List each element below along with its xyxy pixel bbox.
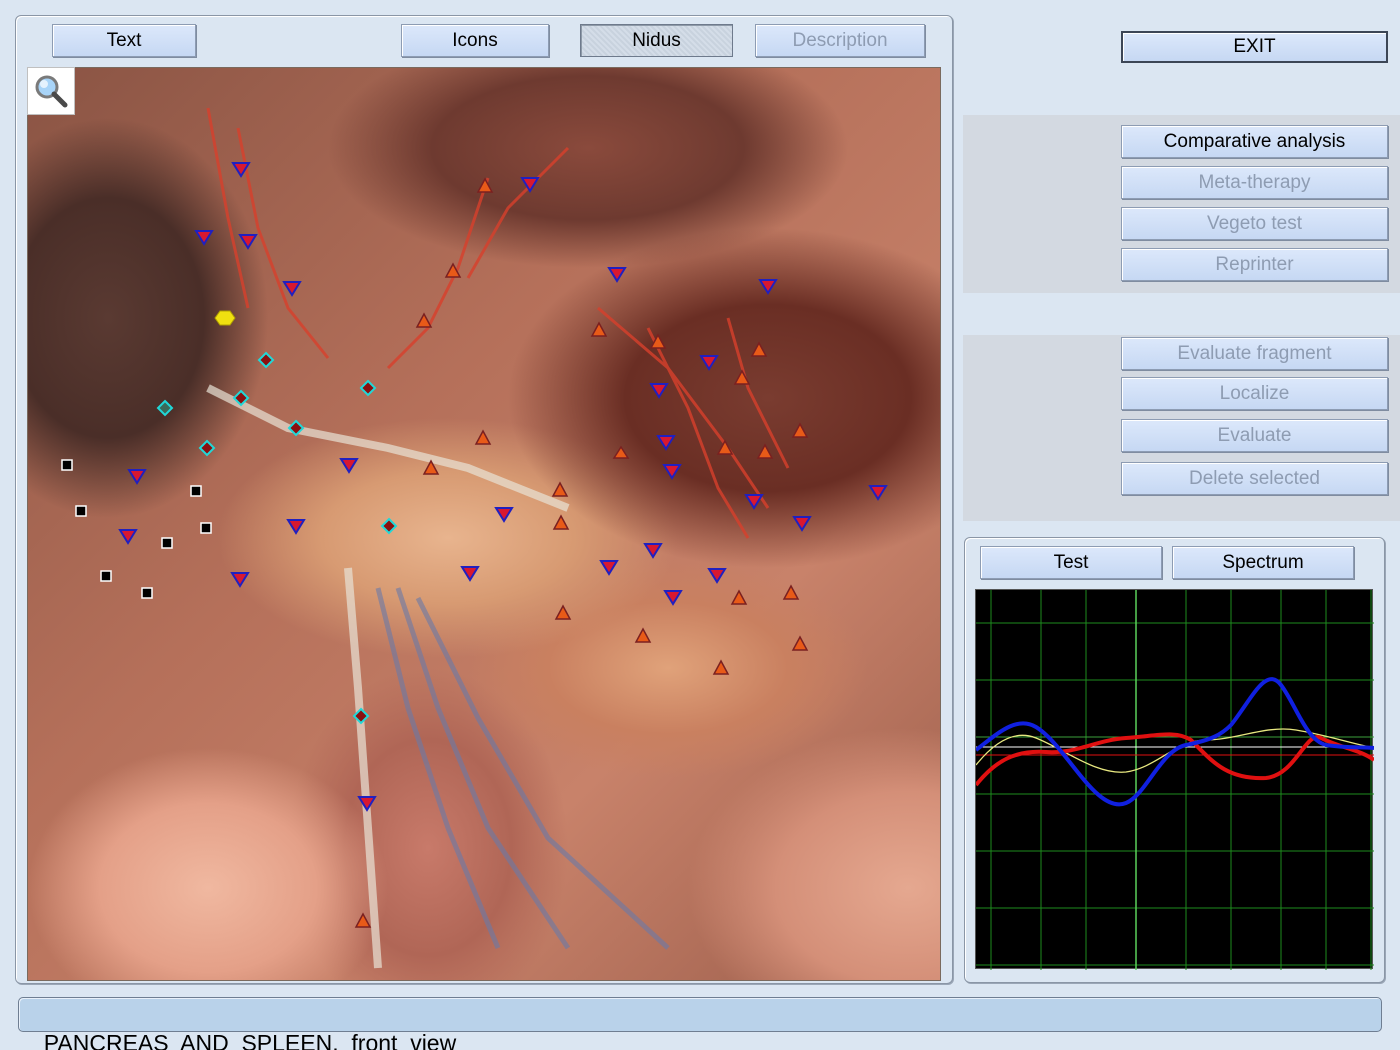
down-triangle-markers (118, 162, 888, 812)
marker-up-triangle[interactable] (791, 422, 809, 438)
marker-square[interactable] (75, 505, 87, 517)
tab-text[interactable]: Text (52, 24, 196, 57)
marker-layer (61, 107, 888, 969)
marker-down-triangle[interactable] (118, 529, 138, 545)
marker-down-triangle[interactable] (643, 543, 663, 559)
signal-plot (974, 590, 1376, 970)
marker-up-triangle[interactable] (756, 443, 774, 459)
comparative-analysis-button[interactable]: Comparative analysis (1121, 125, 1388, 158)
marker-square[interactable] (61, 459, 73, 471)
vessel-lines (206, 107, 790, 539)
tab-nidus[interactable]: Nidus (580, 24, 733, 57)
marker-diamond[interactable] (156, 399, 174, 417)
marker-square[interactable] (100, 570, 112, 582)
marker-down-triangle[interactable] (607, 267, 627, 283)
localize-button[interactable]: Localize (1121, 377, 1388, 410)
delete-selected-button[interactable]: Delete selected (1121, 462, 1388, 495)
tab-test[interactable]: Test (980, 546, 1162, 579)
marker-diamond[interactable] (257, 351, 275, 369)
meta-therapy-button[interactable]: Meta-therapy (1121, 166, 1388, 199)
marker-down-triangle[interactable] (282, 281, 302, 297)
marker-down-triangle[interactable] (656, 435, 676, 451)
marker-up-triangle[interactable] (733, 369, 751, 385)
marker-up-triangle[interactable] (782, 584, 800, 600)
marker-up-triangle[interactable] (716, 439, 734, 455)
marker-down-triangle[interactable] (662, 464, 682, 480)
series-red (974, 732, 1376, 787)
status-bar: PANCREAS AND SPLEEN, front view (18, 997, 1382, 1050)
magnifier-icon (35, 75, 68, 108)
reprinter-button[interactable]: Reprinter (1121, 248, 1388, 281)
marker-up-triangle[interactable] (415, 312, 433, 328)
marker-up-triangle[interactable] (474, 429, 492, 445)
marker-hexagon[interactable] (214, 310, 236, 326)
marker-down-triangle[interactable] (194, 230, 214, 246)
tab-description[interactable]: Description (755, 24, 925, 57)
vein-lines (375, 587, 670, 950)
marker-diamond[interactable] (198, 439, 216, 457)
marker-down-triangle[interactable] (286, 519, 306, 535)
marker-down-triangle[interactable] (238, 234, 258, 250)
marker-down-triangle[interactable] (460, 566, 480, 582)
marker-down-triangle[interactable] (707, 568, 727, 584)
marker-up-triangle[interactable] (354, 912, 372, 928)
marker-up-triangle[interactable] (590, 321, 608, 337)
anatomy-image[interactable] (27, 67, 941, 981)
series-blue (974, 677, 1375, 807)
marker-down-triangle[interactable] (520, 177, 540, 193)
marker-up-triangle[interactable] (712, 659, 730, 675)
marker-up-triangle[interactable] (791, 635, 809, 651)
marker-up-triangle[interactable] (551, 481, 569, 497)
marker-down-triangle[interactable] (649, 383, 669, 399)
marker-down-triangle[interactable] (699, 355, 719, 371)
marker-up-triangle[interactable] (750, 341, 768, 357)
marker-diamond[interactable] (359, 379, 377, 397)
marker-down-triangle[interactable] (127, 469, 147, 485)
marker-down-triangle[interactable] (357, 796, 377, 812)
zoom-button[interactable] (27, 67, 75, 115)
marker-down-triangle[interactable] (758, 279, 778, 295)
evaluate-fragment-button[interactable]: Evaluate fragment (1121, 337, 1388, 370)
marker-up-triangle[interactable] (476, 177, 494, 193)
marker-square[interactable] (141, 587, 153, 599)
marker-down-triangle[interactable] (663, 590, 683, 606)
marker-diamond[interactable] (380, 517, 398, 535)
marker-down-triangle[interactable] (792, 516, 812, 532)
marker-down-triangle[interactable] (599, 560, 619, 576)
marker-up-triangle[interactable] (730, 589, 748, 605)
marker-square[interactable] (200, 522, 212, 534)
tab-spectrum[interactable]: Spectrum (1172, 546, 1354, 579)
status-caption: PANCREAS AND SPLEEN, front view (43, 1030, 457, 1050)
signal-graph (974, 589, 1376, 970)
tab-icons[interactable]: Icons (401, 24, 549, 57)
graph-grid (976, 590, 1374, 970)
duct-lines (206, 384, 570, 969)
marker-square[interactable] (161, 537, 173, 549)
marker-down-triangle[interactable] (744, 494, 764, 510)
marker-down-triangle[interactable] (868, 485, 888, 501)
evaluate-button[interactable]: Evaluate (1121, 419, 1388, 452)
marker-down-triangle[interactable] (494, 507, 514, 523)
marker-down-triangle[interactable] (230, 572, 250, 588)
marker-square[interactable] (190, 485, 202, 497)
marker-down-triangle[interactable] (339, 458, 359, 474)
up-triangle-markers (354, 177, 809, 928)
vegeto-test-button[interactable]: Vegeto test (1121, 207, 1388, 240)
marker-up-triangle[interactable] (554, 604, 572, 620)
marker-up-triangle[interactable] (552, 514, 570, 530)
exit-button[interactable]: EXIT (1121, 31, 1388, 63)
marker-up-triangle[interactable] (612, 445, 630, 459)
marker-up-triangle[interactable] (634, 627, 652, 643)
